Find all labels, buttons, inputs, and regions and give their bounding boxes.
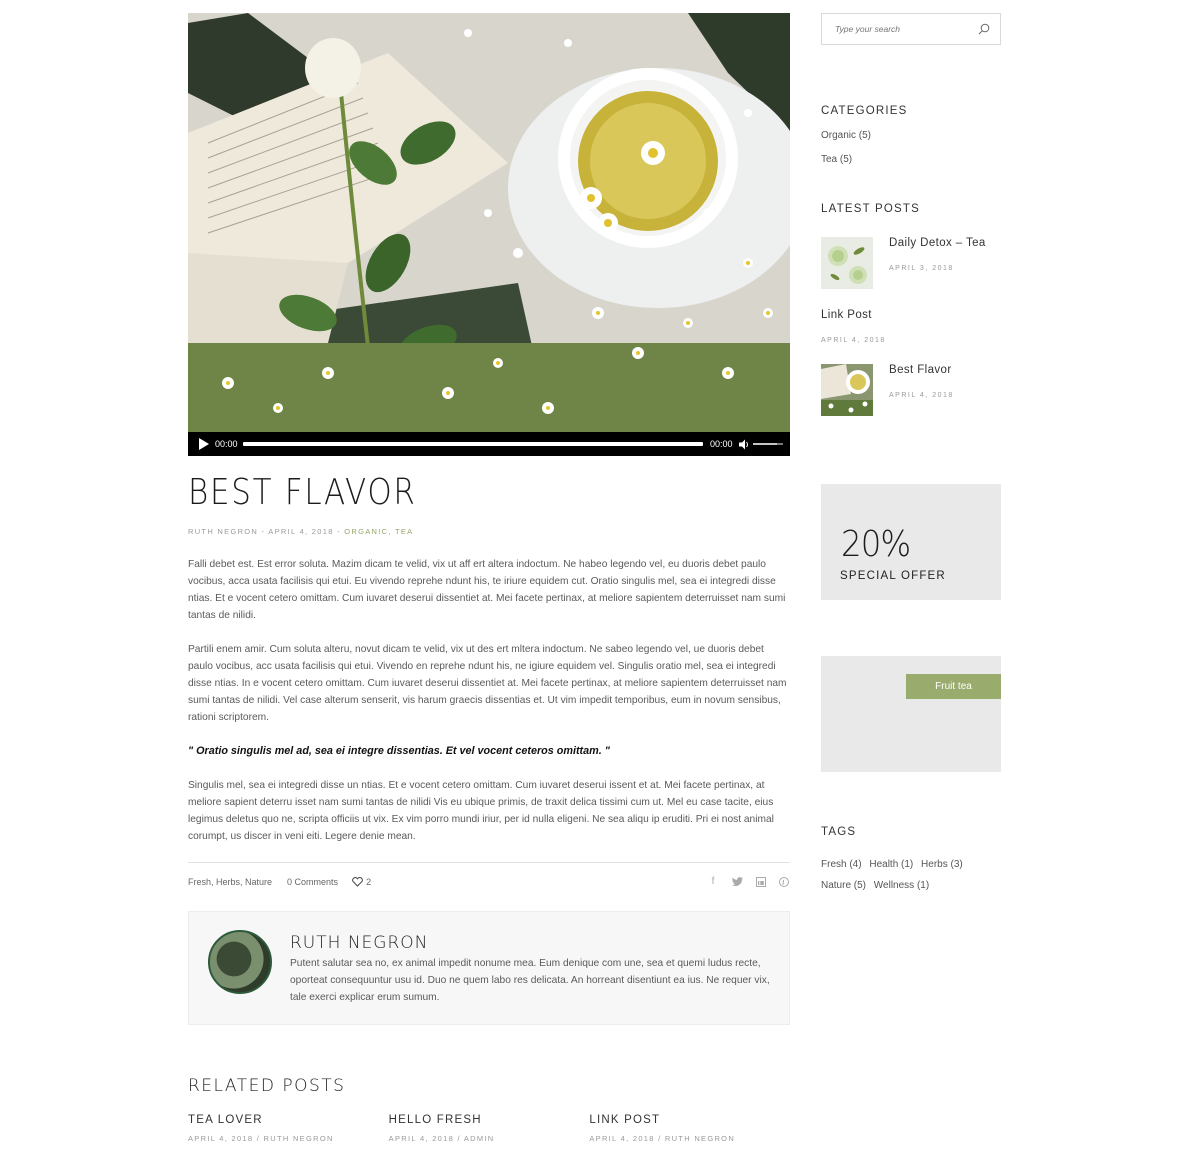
pinterest-icon[interactable] xyxy=(779,876,789,887)
categories-list: Organic (5) Tea (5) xyxy=(821,130,1001,165)
post-tags-links[interactable]: Fresh, Herbs, Nature xyxy=(188,877,272,887)
progress-track[interactable] xyxy=(243,442,703,446)
tags-widget: TAGS Fresh (4) Health (1) Herbs (3) Natu… xyxy=(821,826,1001,896)
categories-title: CATEGORIES xyxy=(821,105,908,117)
post-paragraph: Singulis mel, sea ei integredi disse un … xyxy=(188,780,774,842)
audio-player: 00:00 00:00 xyxy=(188,432,790,456)
post-paragraph: Falli debet est. Est error soluta. Mazim… xyxy=(188,559,786,621)
post-categories-link[interactable]: ORGANIC, TEA xyxy=(344,527,413,536)
tag-link[interactable]: Herbs (3) xyxy=(921,859,963,870)
related-post-meta: APRIL 4, 2018 / ADMIN xyxy=(388,1134,495,1143)
categories-widget: CATEGORIES Organic (5) Tea (5) xyxy=(821,105,1001,165)
fruit-tea-banner: Fruit tea xyxy=(821,656,1001,772)
volume-slider[interactable] xyxy=(752,443,783,445)
latest-post-title[interactable]: Daily Detox – Tea xyxy=(889,237,986,249)
latest-posts-widget: LATEST POSTS Daily Detox – Tea APRIL 3, … xyxy=(821,203,1001,416)
latest-post-thumbnail[interactable] xyxy=(821,364,873,416)
latest-posts-title: LATEST POSTS xyxy=(821,203,920,215)
current-time: 00:00 xyxy=(215,439,238,449)
comments-link[interactable]: 0 Comments xyxy=(287,877,338,887)
latest-post-title[interactable]: Best Flavor xyxy=(889,364,954,376)
offer-percent: 20% xyxy=(841,524,911,565)
post-paragraph: Partili enem amir. Cum soluta alteru, no… xyxy=(188,644,787,723)
linkedin-icon[interactable] xyxy=(756,876,766,887)
featured-media[interactable]: 00:00 00:00 xyxy=(188,13,790,456)
author-name[interactable]: RUTH NEGRON xyxy=(290,933,428,953)
category-item[interactable]: Tea (5) xyxy=(821,154,1001,165)
featured-image xyxy=(188,13,790,433)
latest-post-date: APRIL 4, 2018 xyxy=(889,392,954,399)
search-icon[interactable] xyxy=(978,23,990,35)
latest-post-item[interactable]: Best Flavor APRIL 4, 2018 xyxy=(821,364,1001,416)
author-box: RUTH NEGRON Putent salutar sea no, ex an… xyxy=(188,911,790,1025)
latest-post-item[interactable]: Link Post APRIL 4, 2018 xyxy=(821,309,1001,344)
related-post-title[interactable]: HELLO FRESH xyxy=(389,1114,590,1126)
related-posts-list: TEA LOVER APRIL 4, 2018 / RUTH NEGRON HE… xyxy=(188,1114,790,1143)
latest-post-item[interactable]: Daily Detox – Tea APRIL 3, 2018 xyxy=(821,237,1001,289)
fruit-tea-button[interactable]: Fruit tea xyxy=(906,674,1001,699)
play-icon[interactable] xyxy=(199,438,209,450)
tag-link[interactable]: Wellness (1) xyxy=(874,880,929,891)
like-button[interactable]: 2 xyxy=(352,877,371,887)
post-column: 00:00 00:00 BEST FLAVOR RUTH NEGRON - AP… xyxy=(188,13,790,1143)
tags-title: TAGS xyxy=(821,826,857,838)
offer-label: SPECIAL OFFER xyxy=(840,570,946,582)
volume-icon[interactable] xyxy=(738,439,750,450)
volume-level xyxy=(752,443,777,445)
post-meta-author-date: RUTH NEGRON - APRIL 4, 2018 - xyxy=(188,527,345,536)
search-input[interactable] xyxy=(835,24,975,34)
related-post-meta: APRIL 4, 2018 / RUTH NEGRON xyxy=(589,1134,736,1143)
related-post-item[interactable]: LINK POST APRIL 4, 2018 / RUTH NEGRON xyxy=(589,1114,790,1143)
related-post-item[interactable]: HELLO FRESH APRIL 4, 2018 / ADMIN xyxy=(389,1114,590,1143)
category-item[interactable]: Organic (5) xyxy=(821,130,1001,141)
facebook-icon[interactable]: f xyxy=(707,876,719,887)
post-footer: Fresh, Herbs, Nature 0 Comments 2 f xyxy=(188,862,790,900)
heart-icon xyxy=(352,876,363,887)
author-bio: Putent salutar sea no, ex animal impedit… xyxy=(290,958,770,1003)
post-title: BEST FLAVOR xyxy=(188,472,417,513)
latest-post-date: APRIL 4, 2018 xyxy=(821,337,886,344)
author-avatar xyxy=(208,930,272,994)
tag-cloud: Fresh (4) Health (1) Herbs (3) Nature (5… xyxy=(821,854,991,896)
post-quote: " Oratio singulis mel ad, sea ei integre… xyxy=(188,745,610,757)
latest-post-title[interactable]: Link Post xyxy=(821,309,886,321)
latest-post-text: Best Flavor APRIL 4, 2018 xyxy=(889,364,954,399)
related-post-item[interactable]: TEA LOVER APRIL 4, 2018 / RUTH NEGRON xyxy=(188,1114,389,1143)
latest-post-thumbnail[interactable] xyxy=(821,237,873,289)
latest-post-text: Link Post APRIL 4, 2018 xyxy=(821,309,886,344)
related-post-meta: APRIL 4, 2018 / RUTH NEGRON xyxy=(188,1134,334,1143)
special-offer-banner[interactable]: 20% SPECIAL OFFER xyxy=(821,484,1001,600)
related-post-title[interactable]: LINK POST xyxy=(589,1114,790,1126)
search-box xyxy=(821,13,1001,45)
latest-post-date: APRIL 3, 2018 xyxy=(889,265,954,272)
latest-post-text: Daily Detox – Tea APRIL 3, 2018 xyxy=(889,237,986,272)
share-links: f xyxy=(707,876,789,887)
tag-link[interactable]: Health (1) xyxy=(869,859,913,870)
related-posts-title: RELATED POSTS xyxy=(188,1076,346,1096)
tag-link[interactable]: Nature (5) xyxy=(821,880,866,891)
post-meta: RUTH NEGRON - APRIL 4, 2018 - ORGANIC, T… xyxy=(188,527,790,536)
related-post-title[interactable]: TEA LOVER xyxy=(188,1114,389,1126)
tag-link[interactable]: Fresh (4) xyxy=(821,859,862,870)
total-time: 00:00 xyxy=(710,439,733,449)
post-body: Falli debet est. Est error soluta. Mazim… xyxy=(188,556,790,845)
sidebar: CATEGORIES Organic (5) Tea (5) LATEST PO… xyxy=(821,13,1001,896)
like-count: 2 xyxy=(366,876,372,887)
twitter-icon[interactable] xyxy=(732,877,743,886)
